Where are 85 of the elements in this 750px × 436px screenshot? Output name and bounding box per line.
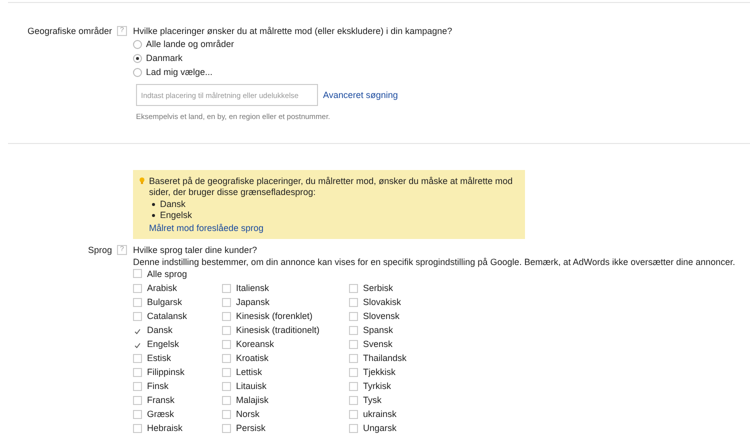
checkbox[interactable] [349, 382, 358, 390]
checkbox[interactable] [222, 312, 231, 320]
checkbox-label: Dansk [147, 325, 173, 335]
checkbox-label: Kinesisk (traditionelt) [236, 325, 320, 335]
checkbox[interactable] [349, 326, 358, 334]
question-text: Hvilke placeringer ønsker du at målrette mod (eller ekskludere) i din kampagne? [133, 25, 454, 37]
checkbox[interactable] [133, 396, 142, 404]
checkbox-label: Tjekkisk [363, 367, 396, 377]
checkbox[interactable] [349, 284, 358, 292]
field-label: Geografiske områder [27, 25, 112, 37]
checkbox[interactable] [133, 354, 142, 362]
checkbox-label: Filippinsk [147, 367, 185, 377]
checkbox-label: Kinesisk (forenklet) [236, 311, 313, 321]
checkbox-label: Slovakisk [363, 297, 402, 307]
checkbox-label: Bulgarsk [147, 297, 182, 307]
checkbox[interactable] [222, 424, 231, 432]
option-label: Danmark [146, 53, 183, 63]
checkbox-label: Litauisk [236, 381, 267, 391]
checkbox-label: Finsk [147, 381, 169, 391]
checkbox[interactable] [133, 382, 142, 390]
radio-button[interactable] [133, 40, 142, 48]
bullet-icon [152, 214, 155, 217]
checkbox[interactable] [349, 340, 358, 348]
checkbox-label: Koreansk [236, 339, 274, 349]
checkbox-label: Serbisk [363, 283, 394, 293]
checkbox[interactable] [133, 424, 142, 432]
checkbox-label: Japansk [236, 297, 270, 307]
checkbox[interactable] [133, 312, 142, 320]
checkbox-label: ukrainsk [363, 409, 397, 419]
checkbox[interactable] [133, 269, 142, 278]
checkbox[interactable] [222, 382, 231, 390]
checkbox-label: Fransk [147, 395, 175, 405]
checkbox[interactable] [222, 410, 231, 418]
checkbox-label: Tyrkisk [363, 381, 391, 391]
suggested-language: Engelsk [160, 210, 192, 221]
field-label: Sprog [88, 244, 112, 256]
bullet-icon [152, 203, 155, 206]
checkbox-label: Spansk [363, 325, 394, 335]
option-label: Lad mig vælge... [146, 67, 213, 77]
radio-button[interactable] [133, 54, 142, 62]
checkbox[interactable] [133, 298, 142, 306]
option-label: Alle lande og områder [146, 39, 234, 49]
checkbox-label: Græsk [147, 409, 174, 419]
checkbox[interactable] [349, 424, 358, 432]
advanced-search-link[interactable]: Avanceret søgning [323, 90, 398, 100]
checkbox[interactable] [349, 368, 358, 376]
checkbox[interactable] [222, 298, 231, 306]
suggested-language: Dansk [160, 199, 186, 210]
checkbox[interactable] [222, 396, 231, 404]
radio-button[interactable] [133, 68, 142, 76]
checkbox-label: Malajisk [236, 395, 269, 405]
checkbox[interactable] [133, 410, 142, 418]
checkbox[interactable] [222, 340, 231, 348]
checkbox[interactable] [349, 298, 358, 306]
checkbox-label: Catalansk [147, 311, 188, 321]
checkbox-label: Tysk [363, 395, 382, 405]
checkbox[interactable] [349, 410, 358, 418]
checkbox[interactable] [349, 396, 358, 404]
checkbox-label: Alle sprog [147, 268, 188, 278]
lightbulb-icon [139, 177, 145, 185]
checkbox[interactable] [349, 312, 358, 320]
checkbox[interactable] [349, 354, 358, 362]
checkbox[interactable] [133, 368, 142, 376]
checkbox[interactable] [222, 368, 231, 376]
checkbox-label: Lettisk [236, 367, 262, 377]
checkbox-label: Engelsk [147, 339, 180, 349]
checkbox[interactable] [222, 284, 231, 292]
checkbox-label: Arabisk [147, 283, 178, 293]
checkbox-label: Thailandsk [363, 353, 407, 363]
checkbox-label: Svensk [363, 339, 393, 349]
question-text: Hvilke sprog taler dine kunder? [133, 244, 258, 256]
suggestion-text: Baseret på de geografiske placeringer, du målretter mod, ønsker du måske at målrette mod sider, der bruger disse grænsefladesprog: [149, 176, 514, 198]
checkbox-label: Norsk [236, 409, 260, 419]
checkbox-label: Ungarsk [363, 423, 397, 433]
checkbox-label: Persisk [236, 423, 266, 433]
checkbox-label: Kroatisk [236, 353, 269, 363]
checkbox[interactable] [222, 354, 231, 362]
checkbox[interactable] [133, 284, 142, 292]
checkbox-label: Slovensk [363, 311, 400, 321]
checkbox-label: Estisk [147, 353, 172, 363]
checkbox-label: Italiensk [236, 283, 270, 293]
target-suggested-link[interactable]: Målret mod foreslåede sprog [149, 223, 264, 233]
description-text: Denne indstilling bestemmer, om din annonce kan vises for en specifik sprogindstilling på Google. Bemærk, at AdWords ikke oversætter dine annoncer. [133, 256, 736, 268]
checkbox[interactable] [222, 326, 231, 334]
checkbox-label: Hebraisk [147, 423, 183, 433]
